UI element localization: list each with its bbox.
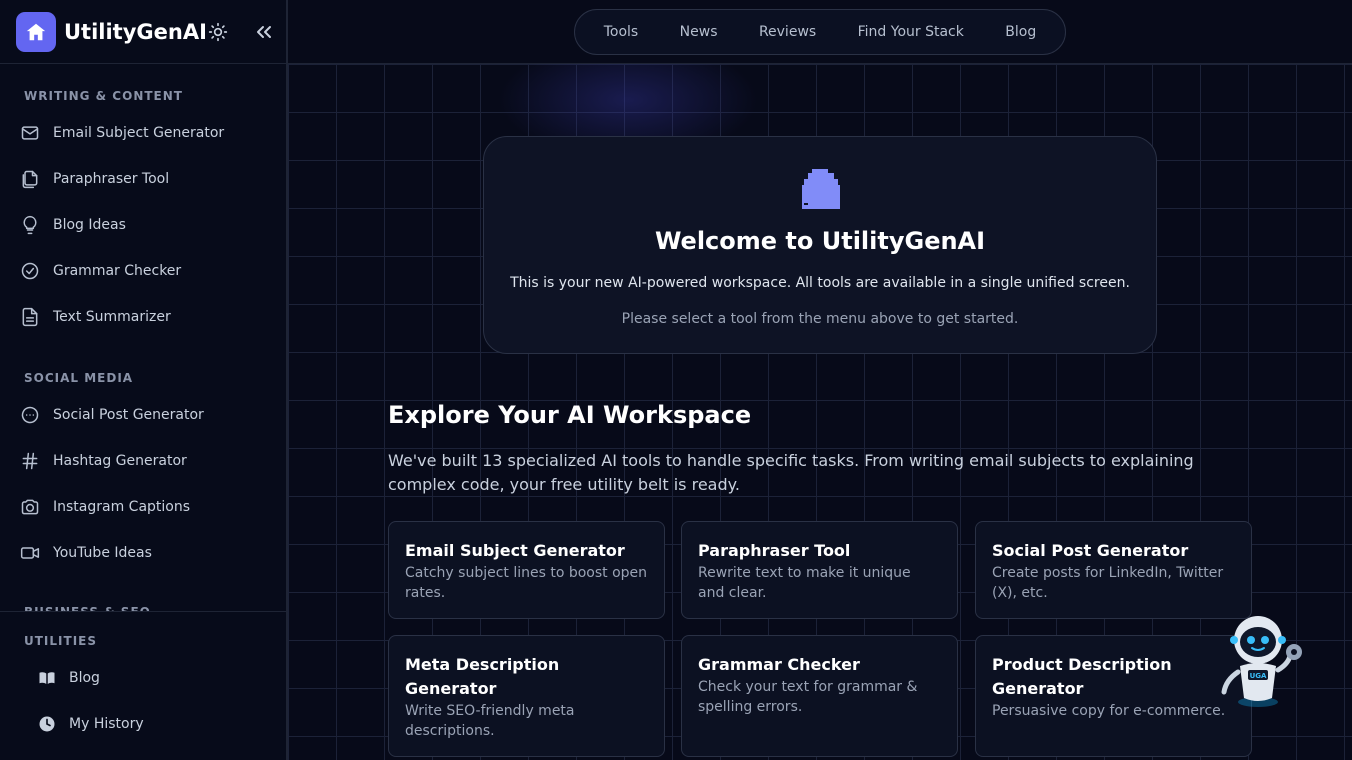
sidebar-item-instagram-captions[interactable]: Instagram Captions <box>20 495 190 519</box>
copy-icon <box>22 170 38 189</box>
topnav-blog[interactable]: Blog <box>1005 24 1036 40</box>
clock-icon <box>39 716 55 732</box>
sidebar: UtilityGenAI WRITING & CONTENT Email Sub… <box>0 0 288 760</box>
check-circle-icon <box>21 262 39 280</box>
home-logo-icon[interactable] <box>16 11 56 52</box>
card-description: Persuasive copy for e-commerce. <box>992 703 1226 719</box>
sidebar-item-blog-ideas[interactable]: Blog Ideas <box>20 213 126 237</box>
sidebar-item-social-post-generator[interactable]: Social Post Generator <box>20 403 204 427</box>
sidebar-item-label: Social Post Generator <box>53 407 204 423</box>
sidebar-item-paraphraser-tool[interactable]: Paraphraser Tool <box>20 167 169 191</box>
video-icon <box>20 547 40 559</box>
sidebar-item-label: Instagram Captions <box>53 499 191 515</box>
sidebar-item-label: Grammar Checker <box>53 263 182 279</box>
tool-card-meta-description-generator[interactable]: Meta Description Generator Write SEO-fri… <box>388 635 665 757</box>
welcome-text: This is your new AI-powered workspace. A… <box>510 275 1130 291</box>
sun-icon[interactable] <box>208 22 228 42</box>
message-circle-icon <box>21 406 39 424</box>
card-description: Check your text for grammar & spelling e… <box>698 679 918 715</box>
robot-assistant-icon[interactable]: UGA <box>1218 610 1308 710</box>
brand-name[interactable]: UtilityGenAI <box>64 20 207 44</box>
welcome-card: Welcome to UtilityGenAI This is your new… <box>483 136 1157 354</box>
topnav-news[interactable]: News <box>680 24 718 40</box>
welcome-title: Welcome to UtilityGenAI <box>654 227 986 255</box>
sidebar-item-my-history[interactable]: My History <box>38 712 144 736</box>
section-title-writing: WRITING & CONTENT <box>24 89 183 103</box>
card-description: Write SEO-friendly meta descriptions. <box>405 703 575 739</box>
sidebar-item-label: My History <box>69 716 144 732</box>
sidebar-item-label: Email Subject Generator <box>53 125 225 141</box>
sidebar-item-email-subject-generator[interactable]: Email Subject Generator <box>20 121 224 145</box>
card-title: Email Subject Generator <box>405 541 625 560</box>
sidebar-utilities: UTILITIES Blog My History <box>0 611 286 760</box>
explore-description: We've built 13 specialized AI tools to h… <box>388 451 1194 494</box>
tool-card-product-description-generator[interactable]: Product Description Generator Persuasive… <box>975 635 1252 757</box>
section-title-social: SOCIAL MEDIA <box>24 371 134 385</box>
top-nav: Tools News Reviews Find Your Stack Blog <box>574 9 1066 55</box>
top-bar: Tools News Reviews Find Your Stack Blog <box>288 0 1352 64</box>
sidebar-item-label: Blog Ideas <box>53 217 126 233</box>
explore-title: Explore Your AI Workspace <box>388 401 752 429</box>
topnav-tools[interactable]: Tools <box>604 24 639 40</box>
sidebar-item-text-summarizer[interactable]: Text Summarizer <box>20 305 171 329</box>
card-title: Meta Description Generator <box>405 655 560 698</box>
tool-card-email-subject-generator[interactable]: Email Subject Generator Catchy subject l… <box>388 521 665 619</box>
sidebar-item-hashtag-generator[interactable]: Hashtag Generator <box>20 449 187 473</box>
chevrons-left-icon[interactable] <box>252 20 276 44</box>
sidebar-item-label: Hashtag Generator <box>53 453 187 469</box>
tool-card-social-post-generator[interactable]: Social Post Generator Create posts for L… <box>975 521 1252 619</box>
home-icon <box>802 169 840 209</box>
card-description: Create posts for LinkedIn, Twitter (X), … <box>992 565 1224 601</box>
mail-icon <box>21 126 39 140</box>
sidebar-item-grammar-checker[interactable]: Grammar Checker <box>20 259 181 283</box>
card-title: Product Description Generator <box>992 655 1172 698</box>
main-content: Tools News Reviews Find Your Stack Blog … <box>288 0 1352 760</box>
card-title: Paraphraser Tool <box>698 541 851 560</box>
sidebar-item-blog[interactable]: Blog <box>38 666 100 690</box>
brand-header: UtilityGenAI <box>0 0 286 64</box>
tool-card-grammar-checker[interactable]: Grammar Checker Check your text for gram… <box>681 635 958 757</box>
robot-badge: UGA <box>1250 672 1267 680</box>
camera-icon <box>21 499 39 515</box>
section-title-utilities: UTILITIES <box>24 634 97 648</box>
card-title: Social Post Generator <box>992 541 1189 560</box>
sidebar-item-label: YouTube Ideas <box>53 545 152 561</box>
card-description: Catchy subject lines to boost open rates… <box>405 565 648 601</box>
file-text-icon <box>22 307 38 327</box>
sidebar-item-label: Blog <box>69 670 100 686</box>
sidebar-item-label: Text Summarizer <box>53 309 171 325</box>
book-icon <box>39 672 55 684</box>
hash-icon <box>22 452 38 470</box>
welcome-subtext: Please select a tool from the menu above… <box>621 311 1019 327</box>
sidebar-item-label: Paraphraser Tool <box>53 171 170 187</box>
sidebar-item-youtube-ideas[interactable]: YouTube Ideas <box>20 541 152 565</box>
card-description: Rewrite text to make it unique and clear… <box>698 565 911 601</box>
tool-card-paraphraser-tool[interactable]: Paraphraser Tool Rewrite text to make it… <box>681 521 958 619</box>
card-title: Grammar Checker <box>698 655 860 674</box>
lightbulb-icon <box>23 215 37 235</box>
topnav-reviews[interactable]: Reviews <box>759 24 816 40</box>
topnav-find-your-stack[interactable]: Find Your Stack <box>858 24 964 40</box>
